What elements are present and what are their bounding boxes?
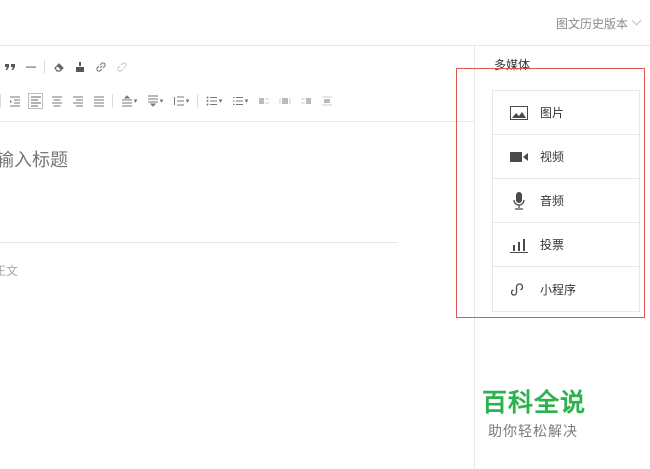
watermark-title: 百科全说: [482, 388, 587, 417]
float-center-icon[interactable]: [319, 93, 334, 109]
title-divider: [0, 242, 398, 243]
body-placeholder[interactable]: 正文: [0, 262, 18, 279]
media-item-image[interactable]: 图片: [493, 91, 639, 135]
float-right-icon[interactable]: [298, 93, 313, 109]
float-none-icon[interactable]: [277, 93, 292, 109]
top-bar: 图文历史版本: [0, 0, 650, 46]
toolbar-separator: [197, 94, 198, 108]
bulleted-list-icon[interactable]: ▾: [204, 93, 224, 109]
title-input[interactable]: [0, 150, 386, 171]
history-versions-link[interactable]: 图文历史版本: [556, 15, 628, 32]
toolbar-row-1: [0, 57, 135, 77]
align-left-icon[interactable]: [28, 93, 43, 109]
bar-chart-icon: [510, 236, 528, 254]
link-icon[interactable]: [93, 59, 108, 75]
align-justify-icon[interactable]: [91, 93, 106, 109]
media-item-label: 图片: [540, 106, 565, 120]
media-item-label: 视频: [540, 150, 565, 164]
microphone-icon: [510, 191, 528, 210]
indent-icon[interactable]: [7, 93, 22, 109]
toolbar-separator: [112, 94, 113, 108]
media-item-vote[interactable]: 投票: [493, 223, 639, 267]
align-center-icon[interactable]: [49, 93, 64, 109]
unlink-icon[interactable]: [114, 59, 129, 75]
float-left-icon[interactable]: [256, 93, 271, 109]
mini-program-icon: [510, 280, 528, 298]
spacing-before-icon[interactable]: ▾: [119, 93, 139, 109]
media-item-label: 小程序: [540, 282, 577, 297]
quote-icon[interactable]: [2, 59, 17, 75]
numbered-list-icon[interactable]: ▾: [230, 93, 250, 109]
media-item-video[interactable]: 视频: [493, 135, 639, 179]
watermark-logo: 百科全说 助你轻松解决: [482, 383, 632, 441]
video-icon: [510, 148, 528, 166]
media-item-label: 投票: [540, 238, 565, 252]
editor-area: ▾ ▾ ▾ ▾ ▾ 输入标题 正文: [0, 46, 474, 469]
watermark-subtitle: 助你轻松解决: [488, 424, 578, 440]
toolbar-separator: [44, 60, 45, 74]
toolbar-separator: [0, 94, 1, 108]
media-item-audio[interactable]: 音频: [493, 179, 639, 223]
media-item-mini-program[interactable]: 小程序: [493, 267, 639, 311]
align-right-icon[interactable]: [70, 93, 85, 109]
editor-toolbar: ▾ ▾ ▾ ▾ ▾: [0, 46, 474, 122]
toolbar-row-2: ▾ ▾ ▾ ▾ ▾: [0, 91, 340, 111]
image-icon: [510, 104, 528, 122]
horizontal-rule-icon[interactable]: [23, 59, 38, 75]
chevron-down-icon[interactable]: [631, 15, 642, 26]
media-item-label: 音频: [540, 194, 565, 208]
media-list: 图片 视频 音频 投票 小程序: [492, 90, 640, 312]
eraser-icon[interactable]: [51, 59, 66, 75]
line-height-icon[interactable]: ▾: [171, 93, 191, 109]
spacing-after-icon[interactable]: ▾: [145, 93, 165, 109]
format-brush-icon[interactable]: [72, 59, 87, 75]
